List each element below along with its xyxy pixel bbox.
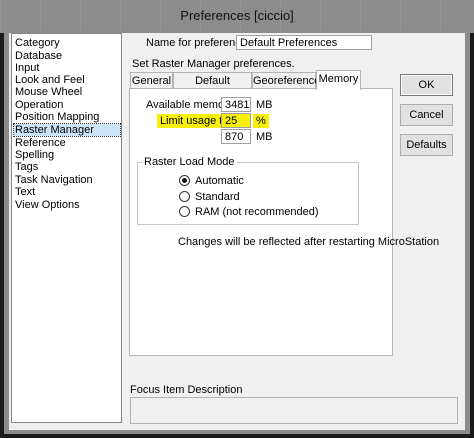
defaults-button[interactable]: Defaults bbox=[400, 134, 453, 156]
tab-georeference[interactable]: Georeference bbox=[252, 72, 320, 89]
prefs-name-field[interactable]: Default Preferences bbox=[236, 35, 372, 50]
focus-item-description-label: Focus Item Description bbox=[130, 384, 243, 396]
category-list[interactable]: Category Database Input Look and Feel Mo… bbox=[11, 33, 122, 423]
raster-load-mode-label: Raster Load Mode bbox=[142, 156, 237, 168]
category-item-mouse-wheel[interactable]: Mouse Wheel bbox=[14, 86, 120, 98]
limit-usage-mb-field[interactable]: 870 bbox=[221, 129, 251, 144]
limit-usage-percent-field[interactable]: 25 bbox=[221, 113, 251, 128]
category-item-tags[interactable]: Tags bbox=[14, 161, 120, 173]
tab-general[interactable]: General bbox=[130, 72, 173, 89]
restart-note: Changes will be reflected after restarti… bbox=[178, 236, 440, 248]
category-item-input[interactable]: Input bbox=[14, 62, 120, 74]
window-title: Preferences [ciccio] bbox=[180, 8, 294, 23]
category-item-reference[interactable]: Reference bbox=[14, 137, 120, 149]
category-item-operation[interactable]: Operation bbox=[14, 99, 120, 111]
category-list-header: Category bbox=[15, 37, 60, 49]
category-item-view-options[interactable]: View Options bbox=[14, 199, 120, 211]
tab-default-attributes[interactable]: Default Attributes bbox=[173, 72, 252, 103]
category-item-task-navigation[interactable]: Task Navigation bbox=[14, 174, 120, 186]
radio-standard[interactable] bbox=[179, 191, 190, 202]
limit-usage-mb-unit: MB bbox=[256, 131, 273, 143]
section-description: Set Raster Manager preferences. bbox=[132, 58, 295, 70]
category-item-look-and-feel[interactable]: Look and Feel bbox=[14, 74, 120, 86]
category-item-raster-manager[interactable]: Raster Manager bbox=[13, 123, 121, 137]
radio-ram-label[interactable]: RAM (not recommended) bbox=[195, 206, 319, 218]
radio-automatic-label[interactable]: Automatic bbox=[195, 175, 244, 187]
category-item-position-mapping[interactable]: Position Mapping bbox=[14, 111, 120, 123]
title-bar[interactable]: Preferences [ciccio] bbox=[0, 0, 474, 33]
radio-ram[interactable] bbox=[179, 206, 190, 217]
radio-standard-label[interactable]: Standard bbox=[195, 191, 240, 203]
focus-item-description-box bbox=[130, 397, 458, 424]
available-memory-unit: MB bbox=[256, 99, 273, 111]
available-memory-field: 3481 bbox=[221, 97, 251, 112]
ok-button[interactable]: OK bbox=[400, 74, 453, 96]
tab-memory[interactable]: Memory bbox=[316, 70, 361, 90]
limit-usage-percent-unit: % bbox=[253, 114, 269, 128]
radio-automatic[interactable] bbox=[179, 175, 190, 186]
category-item-database[interactable]: Database bbox=[14, 50, 120, 62]
category-item-text[interactable]: Text bbox=[14, 186, 120, 198]
cancel-button[interactable]: Cancel bbox=[400, 104, 453, 126]
category-item-spelling[interactable]: Spelling bbox=[14, 149, 120, 161]
